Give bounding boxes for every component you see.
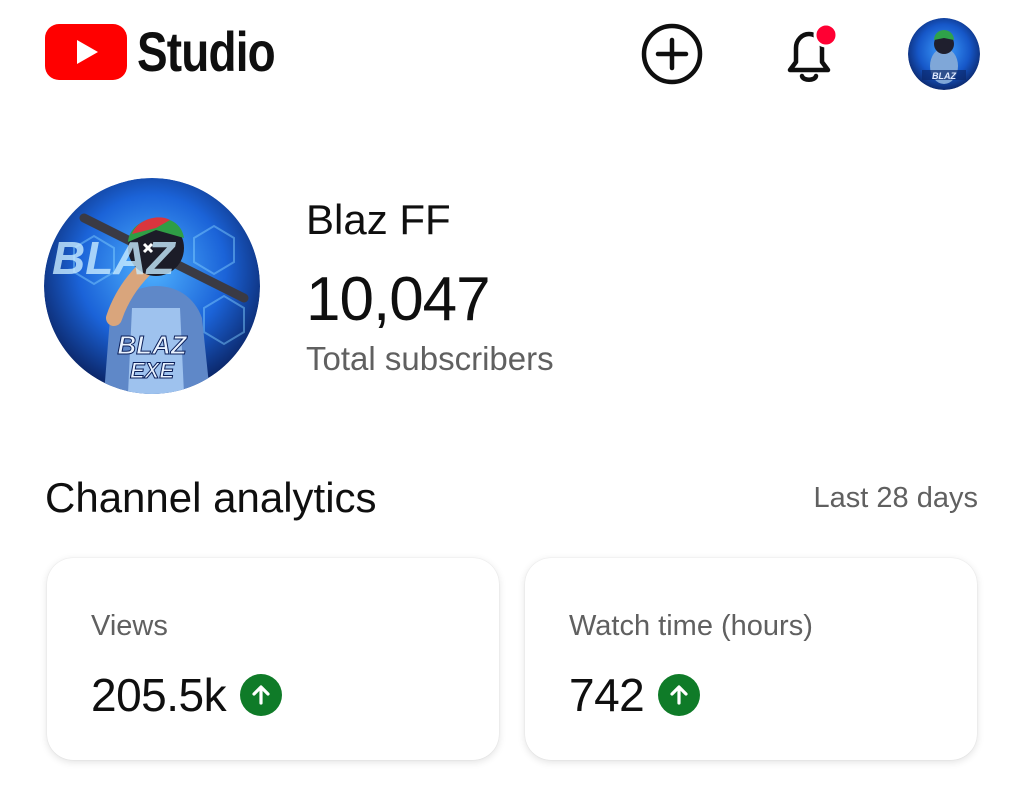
subscriber-count: 10,047: [306, 265, 491, 334]
svg-text:BLAZ: BLAZ: [52, 232, 177, 284]
watch-time-card[interactable]: Watch time (hours) 742: [525, 558, 977, 760]
card-label: Views: [91, 610, 168, 642]
studio-logo[interactable]: Studio: [45, 24, 305, 80]
trend-up-icon: [240, 674, 283, 716]
card-value-row: 205.5k: [91, 668, 283, 722]
card-value: 742: [569, 669, 645, 721]
avatar-image: BLAZ: [908, 18, 980, 90]
studio-dashboard: Studio BLAZ BLAZ BLAZ EXE Blaz FF 10,047…: [0, 0, 1024, 789]
channel-name: Blaz FF: [306, 196, 451, 243]
logo-text: Studio: [137, 20, 276, 83]
svg-text:BLAZ: BLAZ: [117, 330, 187, 360]
card-value-row: 742: [569, 668, 701, 722]
date-range[interactable]: Last 28 days: [814, 482, 978, 515]
bell-icon: [787, 22, 839, 82]
section-title: Channel analytics: [45, 474, 377, 521]
channel-avatar[interactable]: BLAZ BLAZ EXE: [44, 178, 260, 394]
youtube-play-icon: [45, 24, 127, 80]
account-avatar[interactable]: BLAZ: [908, 18, 980, 90]
create-button[interactable]: [640, 22, 704, 86]
trend-up-icon: [658, 674, 701, 716]
notifications-button[interactable]: [776, 20, 842, 86]
svg-text:EXE: EXE: [130, 358, 175, 383]
card-label: Watch time (hours): [569, 610, 813, 642]
subscriber-label: Total subscribers: [306, 340, 554, 377]
svg-text:BLAZ: BLAZ: [932, 71, 956, 81]
add-circle-icon: [641, 23, 703, 85]
views-card[interactable]: Views 205.5k: [47, 558, 499, 760]
card-value: 205.5k: [91, 669, 227, 721]
channel-avatar-image: BLAZ BLAZ EXE: [44, 178, 260, 394]
